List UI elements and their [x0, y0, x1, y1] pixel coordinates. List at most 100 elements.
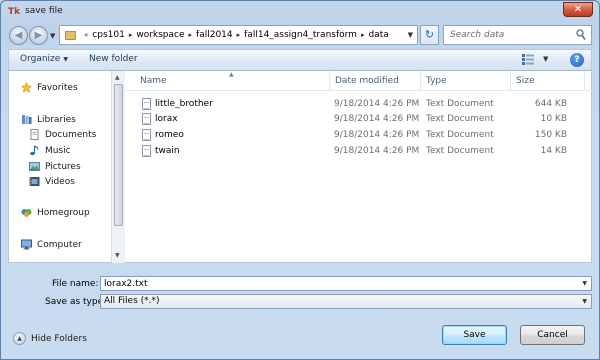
organize-button[interactable]: Organize ▼: [20, 54, 68, 64]
column-divider[interactable]: [329, 71, 330, 91]
sidebar-item-homegroup[interactable]: Homegroup: [21, 207, 90, 218]
sidebar-item-label: Homegroup: [37, 207, 90, 218]
save-file-dialog: Tk save file ✕ ◀ ▶ ▼ « cps101 ▸ workspac…: [0, 0, 600, 360]
file-name: romeo: [155, 130, 184, 140]
refresh-button[interactable]: ↻: [420, 25, 439, 45]
sidebar-item-pictures[interactable]: Pictures: [29, 161, 81, 172]
music-note-icon: [30, 145, 39, 156]
recent-locations-chevron-down-icon[interactable]: ▼: [50, 32, 55, 40]
save-as-type-value: All Files (*.*): [104, 296, 160, 306]
close-button[interactable]: ✕: [563, 2, 593, 17]
column-divider[interactable]: [420, 71, 421, 91]
breadcrumb-chevron-icon[interactable]: ▸: [189, 31, 193, 39]
tk-app-icon: Tk: [8, 7, 21, 17]
pictures-icon: [29, 162, 40, 171]
file-row[interactable]: twain 9/18/2014 4:26 PM Text Document 14…: [125, 144, 592, 159]
file-date-modified: 9/18/2014 4:26 PM: [334, 114, 420, 124]
library-icon: [22, 115, 32, 124]
save-button[interactable]: Save: [442, 325, 507, 345]
hide-folders-label: Hide Folders: [31, 333, 87, 344]
back-button[interactable]: ◀: [9, 26, 28, 45]
sidebar-item-label: Libraries: [37, 114, 76, 125]
file-date-modified: 9/18/2014 4:26 PM: [334, 99, 420, 109]
breadcrumb-data[interactable]: data: [368, 30, 388, 40]
view-options-chevron-down-icon[interactable]: ▼: [543, 55, 548, 63]
documents-icon: [30, 129, 39, 140]
breadcrumb-cps101[interactable]: cps101: [92, 30, 125, 40]
sidebar-item-label: Documents: [45, 129, 97, 140]
scrollbar-thumb[interactable]: [114, 84, 123, 226]
sidebar-item-computer[interactable]: Computer: [21, 239, 82, 250]
folder-icon: [65, 30, 76, 40]
title-bar[interactable]: Tk save file ✕: [1, 1, 599, 23]
file-name: little_brother: [155, 99, 213, 109]
file-name: twain: [155, 146, 180, 156]
file-name-input[interactable]: [101, 277, 571, 290]
text-document-icon: [142, 145, 151, 157]
file-size: 14 KB: [540, 146, 567, 156]
save-as-type-label: Save as type:: [45, 297, 107, 307]
file-size: 644 KB: [534, 99, 567, 109]
file-size: 10 KB: [540, 114, 567, 124]
navigation-pane-scrollbar[interactable]: ▲ ▼: [111, 71, 125, 263]
file-list: ▲ Name Date modified Type Size little_br…: [125, 71, 592, 263]
sort-ascending-icon: ▲: [229, 71, 234, 78]
navigation-bar: ◀ ▶ ▼ « cps101 ▸ workspace ▸ fall2014 ▸ …: [1, 23, 599, 49]
sidebar-item-videos[interactable]: Videos: [29, 176, 75, 187]
file-type: Text Document: [426, 114, 494, 124]
save-as-type-chevron-down-icon[interactable]: ▼: [582, 298, 587, 305]
scroll-up-icon[interactable]: ▲: [115, 74, 120, 81]
breadcrumb-chevron-icon[interactable]: ▸: [237, 31, 241, 39]
column-header-type[interactable]: Type: [426, 76, 447, 86]
scroll-down-icon[interactable]: ▼: [115, 252, 120, 259]
forward-button[interactable]: ▶: [29, 26, 48, 45]
command-toolbar: Organize ▼ New folder ▼ ?: [8, 49, 592, 71]
cancel-button[interactable]: Cancel: [520, 325, 585, 345]
address-dropdown-chevron-down-icon[interactable]: ▼: [408, 31, 413, 39]
sidebar-item-label: Music: [45, 145, 71, 156]
file-date-modified: 9/18/2014 4:26 PM: [334, 130, 420, 140]
search-input[interactable]: [444, 26, 564, 44]
file-row[interactable]: lorax 9/18/2014 4:26 PM Text Document 10…: [125, 112, 592, 127]
star-icon: [21, 82, 32, 93]
change-view-icon[interactable]: [522, 54, 534, 65]
file-type: Text Document: [426, 99, 494, 109]
breadcrumb-chevron-icon[interactable]: «: [84, 31, 88, 39]
new-folder-button[interactable]: New folder: [89, 54, 138, 64]
column-header-size[interactable]: Size: [516, 76, 534, 86]
address-bar[interactable]: « cps101 ▸ workspace ▸ fall2014 ▸ fall14…: [59, 25, 418, 45]
sidebar-item-label: Computer: [37, 239, 82, 250]
breadcrumb-fall2014[interactable]: fall2014: [196, 30, 233, 40]
column-divider[interactable]: [510, 71, 511, 91]
breadcrumb-chevron-icon[interactable]: ▸: [361, 31, 365, 39]
sidebar-item-documents[interactable]: Documents: [29, 129, 96, 140]
column-header-name[interactable]: Name: [140, 76, 167, 86]
file-row[interactable]: little_brother 9/18/2014 4:26 PM Text Do…: [125, 97, 592, 112]
file-name-chevron-down-icon[interactable]: ▼: [582, 280, 587, 287]
sidebar-item-music[interactable]: Music: [29, 145, 71, 156]
homegroup-icon: [21, 209, 32, 217]
sidebar-item-favorites[interactable]: Favorites: [21, 82, 78, 93]
search-icon[interactable]: [576, 29, 586, 41]
organize-label: Organize: [20, 54, 61, 64]
file-type: Text Document: [426, 146, 494, 156]
chevron-down-icon: ▼: [63, 56, 68, 63]
column-headers: ▲ Name Date modified Type Size: [125, 71, 592, 91]
help-button[interactable]: ?: [570, 53, 584, 67]
sidebar-item-libraries[interactable]: Libraries: [21, 114, 76, 125]
file-row[interactable]: romeo 9/18/2014 4:26 PM Text Document 15…: [125, 128, 592, 143]
sidebar-item-label: Pictures: [45, 161, 81, 172]
file-name-combobox[interactable]: ▼: [100, 276, 592, 291]
hide-folders-button[interactable]: ▲ Hide Folders: [13, 332, 87, 345]
search-box[interactable]: [443, 25, 592, 45]
text-document-icon: [142, 113, 151, 125]
breadcrumb-assign4[interactable]: fall14_assign4_transform: [244, 30, 357, 40]
sidebar-item-label: Videos: [45, 176, 75, 187]
column-divider[interactable]: [584, 71, 585, 91]
column-header-date-modified[interactable]: Date modified: [335, 76, 399, 86]
breadcrumb-chevron-icon[interactable]: ▸: [129, 31, 133, 39]
breadcrumb-workspace[interactable]: workspace: [136, 30, 184, 40]
save-as-type-select[interactable]: All Files (*.*) ▼: [100, 294, 592, 309]
navigation-pane: Favorites Libraries Documents Music Pict…: [8, 71, 125, 263]
file-size: 150 KB: [534, 130, 567, 140]
